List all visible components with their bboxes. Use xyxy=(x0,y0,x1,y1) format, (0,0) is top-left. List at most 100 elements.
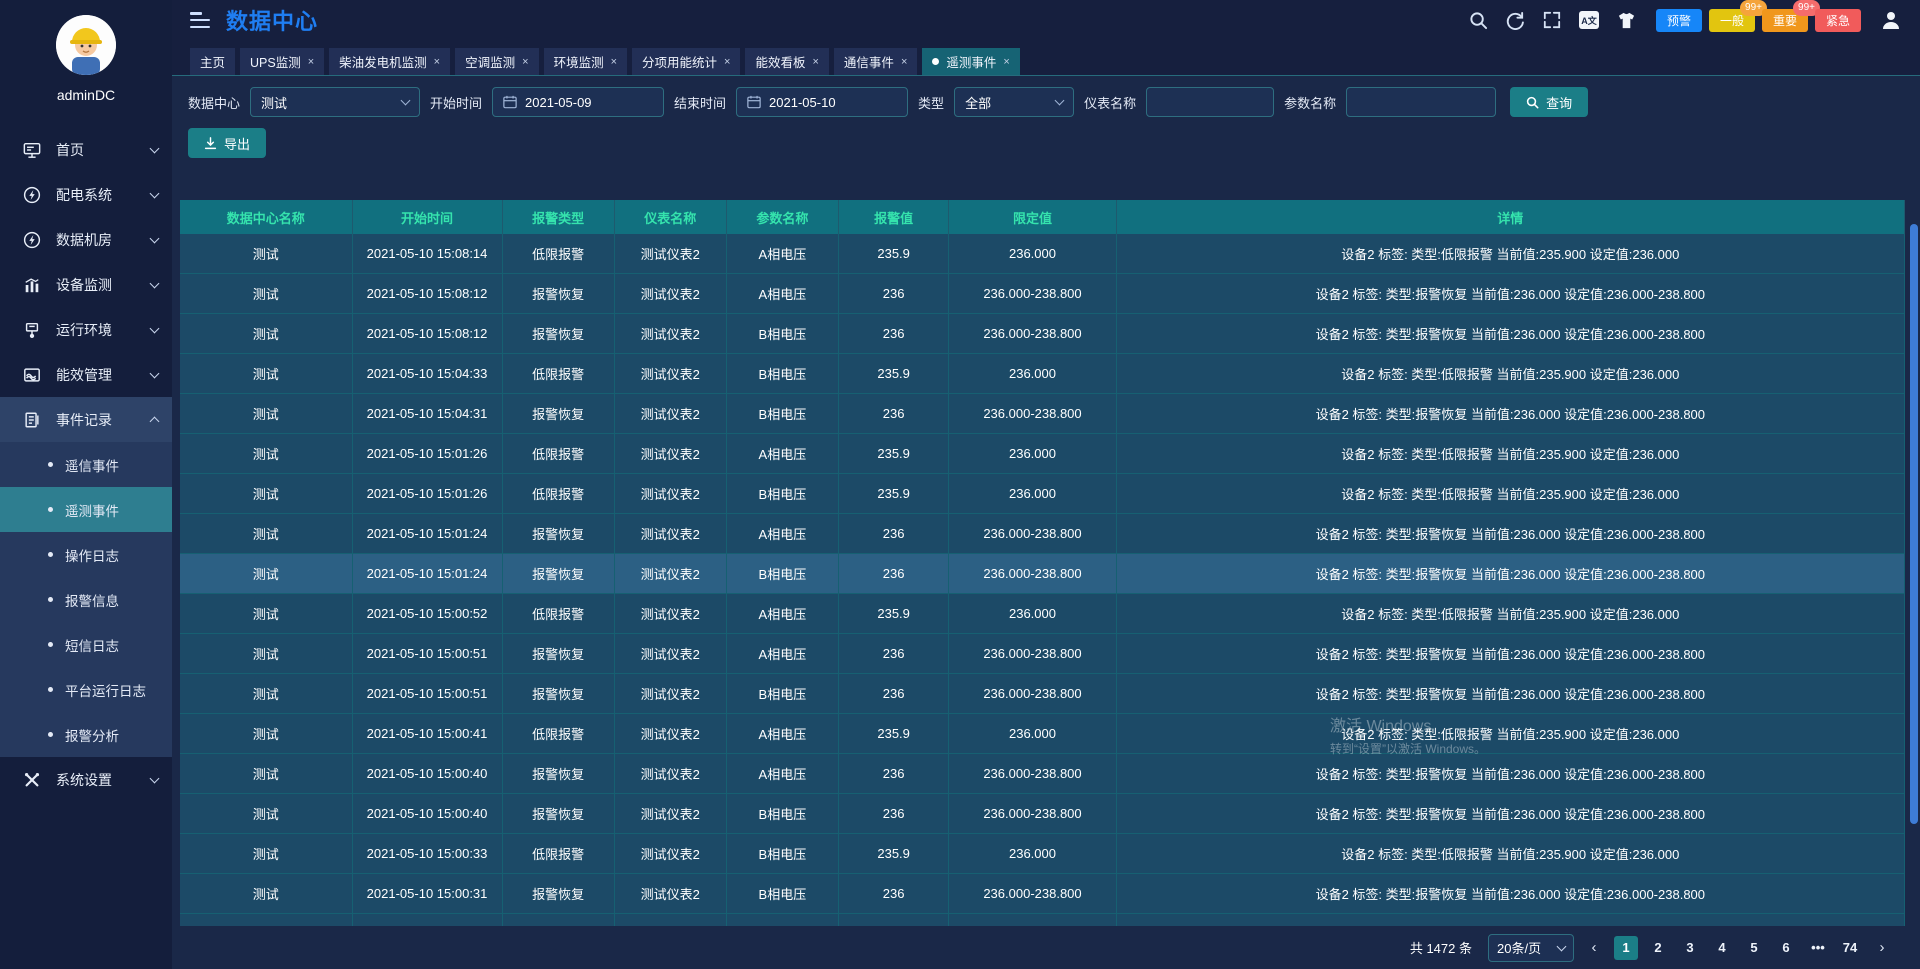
submenu-item-遥信事件[interactable]: 遥信事件 xyxy=(0,442,172,487)
sidebar-item-运行环境[interactable]: 运行环境 xyxy=(0,307,172,352)
page-button-3[interactable]: 3 xyxy=(1678,936,1702,960)
close-icon[interactable]: × xyxy=(724,56,730,68)
sidebar-item-系统设置[interactable]: 系统设置 xyxy=(0,757,172,802)
cell-dc: 测试 xyxy=(180,394,353,433)
alarm-button-预警[interactable]: 预警 xyxy=(1656,9,1702,32)
table-row[interactable]: 测试2021-05-10 15:00:52低限报警测试仪表2A相电压235.92… xyxy=(180,594,1905,634)
sidebar-item-配电系统[interactable]: 配电系统 xyxy=(0,172,172,217)
page-button-5[interactable]: 5 xyxy=(1742,936,1766,960)
cell-type: 报警恢复 xyxy=(503,514,615,553)
tab-柴油发电机监测[interactable]: 柴油发电机监测× xyxy=(329,48,450,75)
sidebar-item-设备监测[interactable]: 设备监测 xyxy=(0,262,172,307)
prev-page-button[interactable]: ‹ xyxy=(1582,936,1606,960)
close-icon[interactable]: × xyxy=(901,56,907,68)
submenu-item-遥测事件[interactable]: 遥测事件 xyxy=(0,487,172,532)
table-row[interactable]: 测试2021-05-10 15:00:41低限报警测试仪表2A相电压235.92… xyxy=(180,714,1905,754)
cell-time: 2021-05-10 15:00:40 xyxy=(353,794,503,833)
table-row[interactable]: 测试2021-05-10 15:00:31报警恢复测试仪表2B相电压236236… xyxy=(180,874,1905,914)
param-name-label: 参数名称 xyxy=(1284,93,1336,112)
table-row[interactable]: 测试2021-05-10 15:00:51报警恢复测试仪表2A相电压236236… xyxy=(180,634,1905,674)
table-row[interactable]: 测试2021-05-10 15:00:40报警恢复测试仪表2B相电压236236… xyxy=(180,794,1905,834)
table-row[interactable]: 测试2021-05-10 15:04:33低限报警测试仪表2B相电压235.92… xyxy=(180,354,1905,394)
close-icon[interactable]: × xyxy=(308,56,314,68)
close-icon[interactable]: × xyxy=(434,56,440,68)
table-row[interactable]: 测试2021-05-10 15:08:14低限报警测试仪表2A相电压235.92… xyxy=(180,234,1905,274)
submenu-item-平台运行日志[interactable]: 平台运行日志 xyxy=(0,667,172,712)
start-date-input[interactable]: 2021-05-09 xyxy=(492,87,664,117)
tab-主页[interactable]: 主页 xyxy=(190,48,235,75)
table-row[interactable]: 测试2021-05-10 15:00:51报警恢复测试仪表2B相电压236236… xyxy=(180,674,1905,714)
cell-param: B相电压 xyxy=(727,554,839,593)
tab-UPS监测[interactable]: UPS监测× xyxy=(240,48,324,75)
theme-shirt-icon[interactable] xyxy=(1615,9,1637,31)
tab-通信事件[interactable]: 通信事件× xyxy=(834,48,917,75)
search-button[interactable]: 查询 xyxy=(1510,87,1588,117)
tab-分项用能统计[interactable]: 分项用能统计× xyxy=(632,48,740,75)
close-icon[interactable]: × xyxy=(611,56,617,68)
collapse-menu-icon[interactable] xyxy=(190,12,210,28)
end-date-input[interactable]: 2021-05-10 xyxy=(736,87,908,117)
datacenter-select[interactable]: 测试 xyxy=(250,87,420,117)
cell-dc: 测试 xyxy=(180,554,353,593)
vertical-scrollbar[interactable] xyxy=(1910,224,1918,824)
submenu-event-log: 遥信事件遥测事件操作日志报警信息短信日志平台运行日志报警分析 xyxy=(0,442,172,757)
submenu-item-报警信息[interactable]: 报警信息 xyxy=(0,577,172,622)
param-name-input[interactable] xyxy=(1346,87,1496,117)
user-icon[interactable] xyxy=(1880,9,1902,31)
table-row[interactable]: 测试2021-05-10 15:01:26低限报警测试仪表2A相电压235.92… xyxy=(180,434,1905,474)
page-button-2[interactable]: 2 xyxy=(1646,936,1670,960)
tab-bar: 主页UPS监测×柴油发电机监测×空调监测×环境监测×分项用能统计×能效看板×通信… xyxy=(172,40,1920,76)
cell-dc: 测试 xyxy=(180,354,353,393)
refresh-icon[interactable] xyxy=(1504,9,1526,31)
cell-meter: 测试仪表2 xyxy=(615,674,727,713)
sidebar-item-首页[interactable]: 首页 xyxy=(0,127,172,172)
avatar[interactable] xyxy=(56,15,116,75)
page-ellipsis[interactable]: ••• xyxy=(1806,936,1830,960)
alarm-button-一般[interactable]: 一般99+ xyxy=(1709,9,1755,32)
fullscreen-icon[interactable] xyxy=(1541,9,1563,31)
export-button[interactable]: 导出 xyxy=(188,128,266,158)
submenu-item-label: 操作日志 xyxy=(65,545,119,565)
page-button-1[interactable]: 1 xyxy=(1614,936,1638,960)
close-icon[interactable]: × xyxy=(522,56,528,68)
table-row[interactable]: 测试2021-05-10 15:08:12报警恢复测试仪表2B相电压236236… xyxy=(180,314,1905,354)
page-button-4[interactable]: 4 xyxy=(1710,936,1734,960)
alarm-button-重要[interactable]: 重要99+ xyxy=(1762,9,1808,32)
sidebar-item-数据机房[interactable]: 数据机房 xyxy=(0,217,172,262)
cell-value: 235.9 xyxy=(839,914,949,926)
submenu-item-报警分析[interactable]: 报警分析 xyxy=(0,712,172,757)
cell-meter: 测试仪表2 xyxy=(615,514,727,553)
tab-能效看板[interactable]: 能效看板× xyxy=(745,48,828,75)
table-row[interactable]: 测试2021-05-10 15:01:26低限报警测试仪表2B相电压235.92… xyxy=(180,474,1905,514)
table-row[interactable]: 测试2021-05-10 15:04:31报警恢复测试仪表2B相电压236236… xyxy=(180,394,1905,434)
font-language-icon[interactable]: A文 xyxy=(1578,9,1600,31)
tab-环境监测[interactable]: 环境监测× xyxy=(544,48,627,75)
tab-空调监测[interactable]: 空调监测× xyxy=(455,48,538,75)
table-row[interactable]: 测试2021-05-10 15:01:24报警恢复测试仪表2A相电压236236… xyxy=(180,514,1905,554)
submenu-item-操作日志[interactable]: 操作日志 xyxy=(0,532,172,577)
sidebar-item-能效管理[interactable]: 能效管理 xyxy=(0,352,172,397)
search-icon[interactable] xyxy=(1467,9,1489,31)
next-page-button[interactable]: › xyxy=(1870,936,1894,960)
close-icon[interactable]: × xyxy=(1003,56,1009,68)
close-icon[interactable]: × xyxy=(812,56,818,68)
tab-遥测事件[interactable]: 遥测事件× xyxy=(922,48,1019,75)
cell-meter: 测试仪表2 xyxy=(615,434,727,473)
type-select[interactable]: 全部 xyxy=(954,87,1074,117)
page-size-select[interactable]: 20条/页 xyxy=(1488,934,1574,962)
table-row[interactable]: 测试2021-05-10 15:00:33低限报警测试仪表2B相电压235.92… xyxy=(180,834,1905,874)
alarm-button-紧急[interactable]: 紧急 xyxy=(1815,9,1861,32)
table-row[interactable]: 测试2021-05-10 15:08:12报警恢复测试仪表2A相电压236236… xyxy=(180,274,1905,314)
meter-name-input[interactable] xyxy=(1146,87,1274,117)
table-row[interactable]: 测试2021-05-10 15:00:40报警恢复测试仪表2A相电压236236… xyxy=(180,754,1905,794)
sidebar-item-事件记录[interactable]: 事件记录 xyxy=(0,397,172,442)
page-button-74[interactable]: 74 xyxy=(1838,936,1862,960)
submenu-item-短信日志[interactable]: 短信日志 xyxy=(0,622,172,667)
cell-time: 2021-05-10 15:01:24 xyxy=(353,554,503,593)
cell-time: 2021-05-10 15:00:51 xyxy=(353,674,503,713)
cell-value: 235.9 xyxy=(839,594,949,633)
table-row[interactable]: 测试2021-05-10 15:01:24报警恢复测试仪表2B相电压236236… xyxy=(180,554,1905,594)
cell-type: 报警恢复 xyxy=(503,554,615,593)
page-button-6[interactable]: 6 xyxy=(1774,936,1798,960)
table-row[interactable]: 测试2021-05-10 15:00:28低限报警测试仪表2A相电压235.92… xyxy=(180,914,1905,926)
